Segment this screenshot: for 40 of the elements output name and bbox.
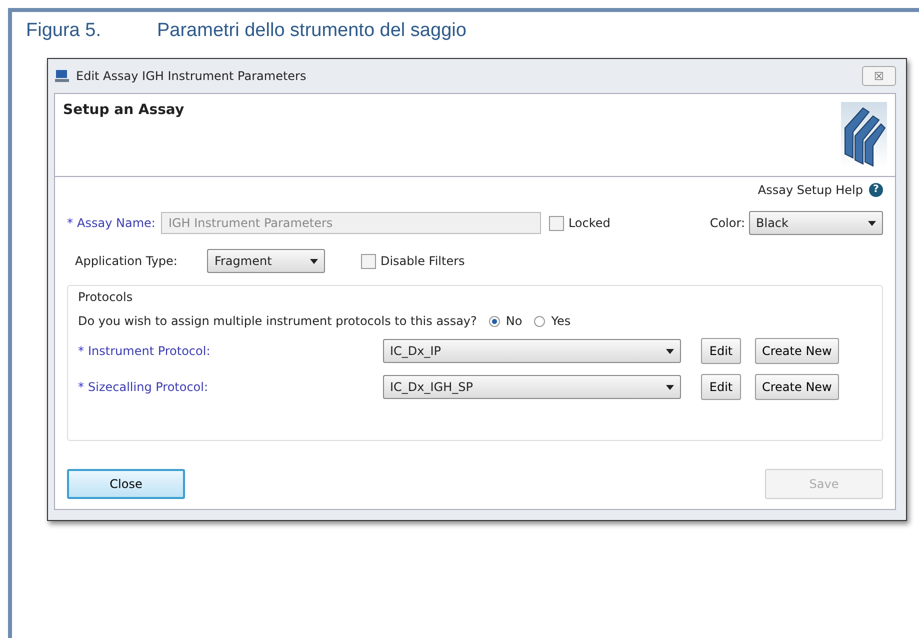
field-label: Assay Name: xyxy=(77,216,156,230)
question-text: Do you wish to assign multiple instrument protocols to this assay? xyxy=(78,314,477,328)
required-mark: * xyxy=(78,344,84,358)
close-button[interactable]: ☒ xyxy=(862,66,896,86)
radio-button[interactable] xyxy=(488,316,500,326)
figure-caption: Parametri dello strumento del saggio xyxy=(156,20,466,42)
protocol-dropdown[interactable]: IC_Dx_IP xyxy=(383,339,681,363)
app-icon xyxy=(54,68,70,84)
color-dropdown[interactable]: Black xyxy=(749,211,883,235)
application-type-dropdown[interactable]: Fragment xyxy=(207,249,326,273)
checkbox-label: Disable Filters xyxy=(380,254,465,268)
checkbox-label: Locked xyxy=(568,216,610,230)
field-label: Application Type: xyxy=(75,254,178,268)
field-label: Instrument Protocol: xyxy=(88,344,212,358)
radio-label: No xyxy=(506,314,522,328)
required-mark: * xyxy=(78,380,84,394)
caret-icon xyxy=(666,348,674,354)
required-mark: * xyxy=(67,216,73,230)
create-new-button[interactable]: Create New xyxy=(755,338,839,364)
checkbox[interactable] xyxy=(361,254,376,268)
close-dialog-button[interactable]: Close xyxy=(67,469,185,499)
checkbox[interactable] xyxy=(549,216,564,230)
protocol-dropdown[interactable]: IC_Dx_IGH_SP xyxy=(383,375,681,399)
help-link[interactable]: Assay Setup Help xyxy=(758,183,863,197)
caret-icon xyxy=(310,258,318,264)
field-label: Color: xyxy=(710,216,745,230)
edit-button[interactable]: Edit xyxy=(701,374,741,400)
radio-button[interactable] xyxy=(534,316,546,326)
figure-number: Figura 5. xyxy=(26,20,101,42)
field-label: Sizecalling Protocol: xyxy=(88,380,210,394)
radio-label: Yes xyxy=(551,314,571,328)
edit-button[interactable]: Edit xyxy=(701,338,741,364)
help-icon[interactable]: ? xyxy=(869,183,883,197)
window-title: Edit Assay IGH Instrument Parameters xyxy=(76,69,306,83)
caret-icon xyxy=(868,220,876,226)
header-title: Setup an Assay xyxy=(63,102,184,120)
books-icon xyxy=(841,102,887,168)
caret-icon xyxy=(666,384,674,390)
create-new-button[interactable]: Create New xyxy=(755,374,839,400)
group-title: Protocols xyxy=(78,290,134,304)
